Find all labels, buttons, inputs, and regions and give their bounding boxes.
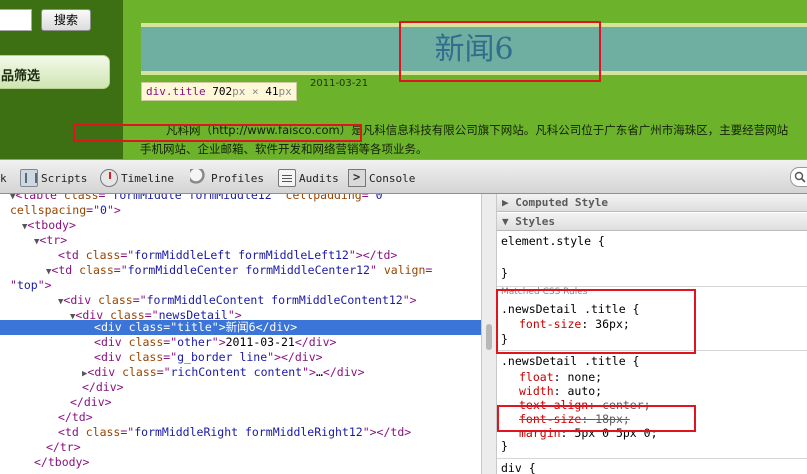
tab-console[interactable]: Console: [348, 168, 415, 188]
computed-style-section[interactable]: ▶ Computed Style: [497, 194, 807, 212]
splitter-handle[interactable]: [486, 324, 492, 350]
devtools-search-field[interactable]: [790, 167, 807, 187]
styles-label: Styles: [515, 215, 555, 228]
tooltip-height-unit: px: [278, 85, 292, 98]
tooltip-times: ×: [251, 85, 259, 98]
tab-profiles[interactable]: Profiles: [190, 168, 264, 188]
console-icon: [348, 169, 366, 187]
dom-node-table[interactable]: ▼<table class="formMiddle formMiddle12" …: [10, 194, 389, 203]
tooltip-width-unit: px: [232, 85, 246, 98]
element-style-close: }: [501, 266, 508, 280]
rule2-selector[interactable]: .newsDetail .title {: [501, 354, 639, 369]
separator: [497, 458, 807, 459]
dom-node-close-div-2[interactable]: </div>: [70, 395, 112, 410]
search-button[interactable]: 搜索: [41, 9, 91, 31]
dom-node-div-gborder[interactable]: <div class="g_border line"></div>: [94, 350, 323, 365]
dom-node-table-cont[interactable]: cellspacing="0">: [10, 203, 121, 218]
product-filter-box[interactable]: 品筛选: [0, 55, 110, 89]
tab-profiles-label: Profiles: [211, 171, 264, 185]
dom-node-close-tbody[interactable]: </tbody>: [34, 455, 89, 470]
tooltip-selector: div.title: [146, 85, 206, 98]
scripts-icon: [20, 169, 38, 187]
dom-node-div-richcontent[interactable]: ▶<div class="richContent content">…</div…: [82, 365, 365, 380]
rule3-selector[interactable]: div {: [501, 461, 536, 474]
search-input[interactable]: [0, 9, 32, 31]
tab-elements-partial-label: k: [0, 171, 7, 185]
product-filter-label: 品筛选: [1, 69, 41, 84]
panel-splitter[interactable]: [481, 194, 497, 474]
rule2-float[interactable]: float: none;: [519, 370, 602, 385]
profiles-icon: [190, 169, 208, 187]
tab-audits-label: Audits: [299, 171, 339, 185]
tab-timeline[interactable]: Timeline: [100, 168, 174, 188]
tooltip-height: 41: [265, 85, 279, 98]
element-style-selector[interactable]: element.style {: [501, 234, 605, 249]
dom-node-close-div[interactable]: </div>: [82, 380, 124, 395]
dom-node-td-left[interactable]: <td class="formMiddleLeft formMiddleLeft…: [58, 248, 397, 263]
dom-node-td-center[interactable]: ▼<td class="formMiddleCenter formMiddleC…: [46, 263, 432, 278]
annotation-box-dom-title: [73, 124, 362, 142]
tab-timeline-label: Timeline: [121, 171, 174, 185]
audits-icon: [278, 169, 296, 187]
dom-node-close-td[interactable]: </td>: [58, 410, 93, 425]
tab-audits[interactable]: Audits: [278, 168, 339, 188]
annotation-box-title: [399, 21, 601, 82]
tab-scripts[interactable]: Scripts: [20, 168, 87, 188]
expand-triangle-icon: ▶: [502, 196, 516, 209]
styles-section[interactable]: ▼ Styles: [497, 213, 807, 231]
elements-dom-tree[interactable]: ▼<table class="formMiddle formMiddle12" …: [0, 194, 481, 474]
annotation-box-rule: [496, 289, 696, 354]
dom-node-div-content[interactable]: ▼<div class="formMiddleContent formMiddl…: [58, 293, 417, 308]
rule2-width[interactable]: width: auto;: [519, 384, 602, 399]
inspect-tooltip: div.title 702px × 41px: [141, 82, 297, 101]
tab-console-label: Console: [369, 171, 416, 185]
computed-style-label: Computed Style: [515, 196, 608, 209]
timeline-icon: [100, 169, 118, 187]
rule2-close: }: [501, 439, 508, 453]
dom-node-tbody[interactable]: ▼<tbody>: [22, 218, 76, 233]
news-date: 2011-03-21: [310, 78, 369, 89]
annotation-box-overridden-prop: [497, 405, 696, 432]
dom-node-tr[interactable]: ▼<tr>: [34, 233, 67, 248]
paragraph-line-2: 手机网站、企业邮箱、软件开发和网络营销等各项业务。: [140, 142, 428, 156]
dom-node-div-other[interactable]: <div class="other">2011-03-21</div>: [94, 335, 336, 350]
tooltip-width: 702: [212, 85, 233, 98]
tab-scripts-label: Scripts: [41, 171, 88, 185]
dom-node-div-title-selected[interactable]: <div class="title">新闻6</div>: [0, 320, 481, 335]
search-icon: [794, 171, 806, 183]
tab-elements-partial[interactable]: k: [0, 168, 7, 188]
dom-node-close-tr[interactable]: </tr>: [46, 440, 81, 455]
devtools-toolbar: k Scripts Timeline Profiles Audits Conso…: [0, 159, 807, 194]
collapse-triangle-icon: ▼: [502, 215, 516, 228]
dom-node-td-right[interactable]: <td class="formMiddleRight formMiddleRig…: [58, 425, 411, 440]
dom-node-td-center-cont[interactable]: "top">: [10, 278, 52, 293]
